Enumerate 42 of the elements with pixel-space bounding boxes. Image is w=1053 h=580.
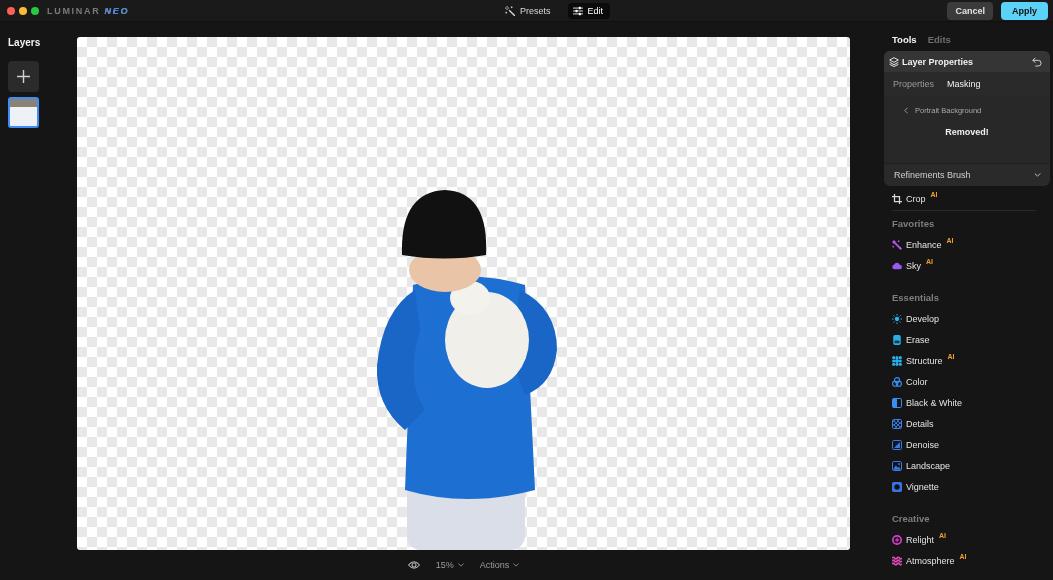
chevron-down-icon <box>457 563 464 567</box>
chevron-left-icon <box>904 107 908 114</box>
cancel-button[interactable]: Cancel <box>947 1 993 20</box>
sliders-icon <box>572 5 583 16</box>
tool-item[interactable]: Details <box>884 413 934 434</box>
card-title: Layer Properties <box>902 56 975 67</box>
tool-item[interactable]: Develop <box>884 308 940 329</box>
add-layer-button[interactable] <box>8 61 39 92</box>
panel-title: Layers <box>8 37 41 48</box>
tool-item[interactable]: Color <box>884 371 928 392</box>
section-title: Essentials <box>891 290 940 305</box>
tool-item[interactable]: Vignette <box>884 476 939 497</box>
magic-wand-icon <box>505 5 515 16</box>
panel-tab[interactable]: Tools <box>892 34 917 45</box>
properties-tab[interactable]: Properties <box>893 78 935 89</box>
layers-icon <box>889 56 899 67</box>
plus-icon <box>17 70 30 83</box>
properties-tab[interactable]: Masking <box>947 78 981 89</box>
chevron-down-icon <box>513 563 520 567</box>
preview-toggle[interactable] <box>407 560 420 570</box>
refinements-section-header[interactable]: Refinements Brush <box>884 163 1050 186</box>
tool-item[interactable]: Erase <box>884 329 930 350</box>
maximize-icon[interactable] <box>31 6 39 15</box>
tool-item[interactable]: Denoise <box>884 434 940 455</box>
status-text: Removed! <box>945 127 989 137</box>
tool-item[interactable]: Landscape <box>884 455 951 476</box>
mode-tab[interactable]: Presets <box>500 2 558 19</box>
minimize-icon[interactable] <box>19 6 27 15</box>
apply-button[interactable]: Apply <box>1001 1 1048 20</box>
close-icon[interactable] <box>7 6 15 15</box>
eye-icon <box>407 560 420 570</box>
section-title: Creative <box>891 511 931 526</box>
layer-thumbnail[interactable] <box>8 97 39 128</box>
mode-tab[interactable]: Edit <box>567 2 611 19</box>
actions-menu-button[interactable]: Actions <box>479 560 520 570</box>
app-logo: LUMINAR NEO <box>47 5 130 16</box>
zoom-dropdown[interactable]: 15% <box>435 560 464 570</box>
panel-tab[interactable]: Edits <box>927 34 951 45</box>
undo-icon <box>1032 56 1042 67</box>
tool-item[interactable]: Black & White <box>884 392 963 413</box>
undo-button[interactable] <box>1032 56 1042 67</box>
section-title: Favorites <box>891 216 936 231</box>
